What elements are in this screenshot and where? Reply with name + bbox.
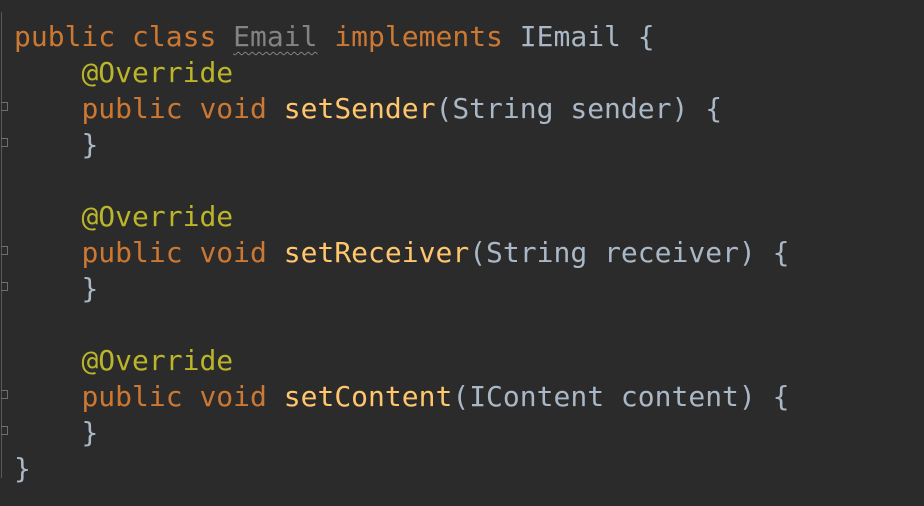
keyword: public [81,380,183,413]
keyword: public [81,92,183,125]
keyword: class [132,20,217,53]
param-name: content [620,380,739,413]
code-line-class-close[interactable]: } [14,451,790,487]
fold-marker-icon[interactable] [1,138,8,147]
fold-marker-icon[interactable] [1,390,8,399]
param-type: String [452,92,554,125]
paren: ( [469,236,487,269]
code-line-class-declaration[interactable]: public class Email implements IEmail { [14,19,790,55]
fold-marker-icon[interactable] [1,102,8,111]
keyword: public [14,20,116,53]
keyword: void [199,92,267,125]
param-type: String [486,236,588,269]
brace: { [637,20,655,53]
fold-guide-line [1,12,2,478]
fold-marker-icon[interactable] [1,426,8,435]
paren: ( [435,92,453,125]
method-name: setContent [283,380,453,413]
keyword: public [81,236,183,269]
code-area[interactable]: public class Email implements IEmail { @… [14,19,790,487]
code-line-close-brace[interactable]: } [14,415,790,451]
code-line-annotation[interactable]: @Override [14,343,790,379]
method-name: setReceiver [283,236,470,269]
paren: ) [738,236,756,269]
annotation: @Override [81,344,234,377]
param-name: sender [570,92,672,125]
fold-marker-icon[interactable] [1,246,8,255]
method-name: setSender [283,92,436,125]
code-line-method-signature[interactable]: public void setSender(String sender) { [14,91,790,127]
code-line-annotation[interactable]: @Override [14,199,790,235]
code-line-close-brace[interactable]: } [14,271,790,307]
keyword: void [199,236,267,269]
param-type: IContent [469,380,605,413]
code-line-empty[interactable] [14,163,790,199]
code-line-method-signature[interactable]: public void setContent(IContent content)… [14,379,790,415]
class-name: Email [233,20,318,53]
code-line-annotation[interactable]: @Override [14,55,790,91]
brace: } [81,272,99,305]
brace: { [772,380,790,413]
paren: ( [452,380,470,413]
brace: } [14,452,31,485]
keyword: void [199,380,267,413]
brace: { [705,92,723,125]
annotation: @Override [81,56,234,89]
brace: } [81,128,99,161]
param-name: receiver [604,236,739,269]
brace: } [81,416,99,449]
code-line-close-brace[interactable]: } [14,127,790,163]
code-line-method-signature[interactable]: public void setReceiver(String receiver)… [14,235,790,271]
keyword: implements [334,20,503,53]
brace: { [772,236,790,269]
annotation: @Override [81,200,234,233]
fold-marker-icon[interactable] [1,282,8,291]
paren: ) [671,92,689,125]
code-line-empty[interactable] [14,307,790,343]
code-editor[interactable]: public class Email implements IEmail { @… [0,0,924,506]
interface-name: IEmail [519,20,621,53]
editor-gutter [0,0,12,506]
paren: ) [738,380,756,413]
